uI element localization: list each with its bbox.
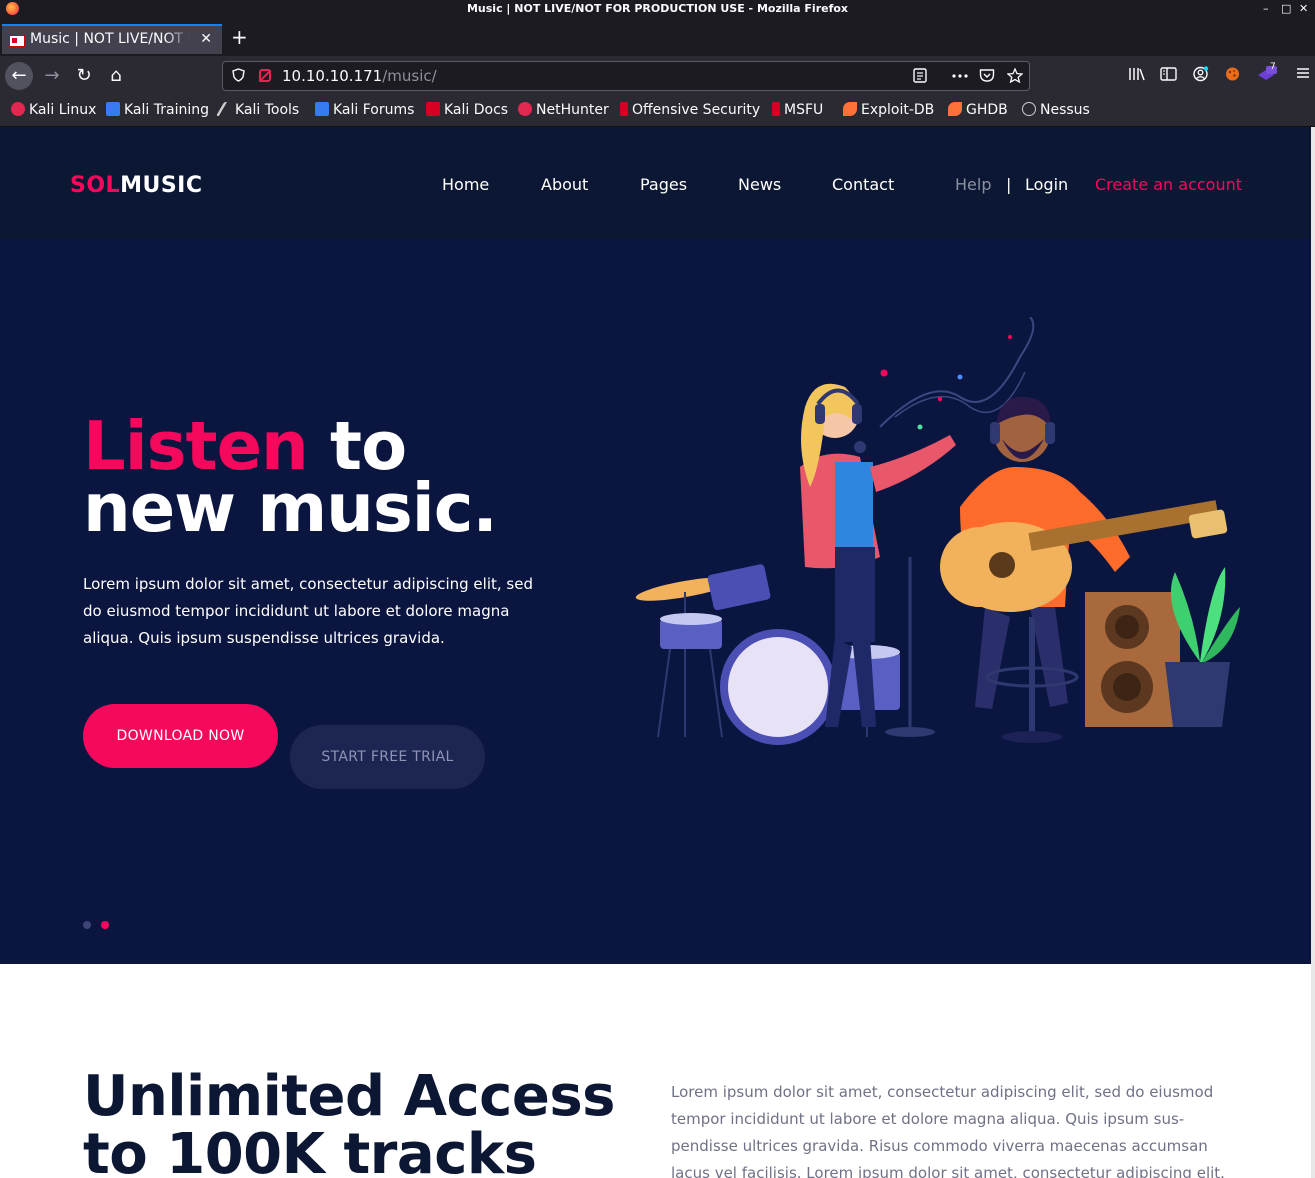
app-menu-icon[interactable] xyxy=(1296,66,1310,84)
extension-badge-icon[interactable]: 7 xyxy=(1256,62,1278,88)
maximize-button[interactable]: □ xyxy=(1281,2,1291,15)
exploit-db-icon xyxy=(843,102,857,116)
tab-bar: Music | NOT LIVE/NOT FOR PRODUCTION USE … xyxy=(0,18,1315,56)
help-link[interactable]: Help xyxy=(955,175,991,194)
url-text[interactable]: 10.10.10.171/music/ xyxy=(282,67,437,85)
close-tab-icon[interactable]: ✕ xyxy=(200,31,212,47)
bookmarks-toolbar: Kali Linux Kali Training Kali Tools Kali… xyxy=(0,96,1315,127)
kali-forums-icon xyxy=(315,102,329,116)
download-now-button[interactable]: DOWNLOAD NOW xyxy=(83,704,278,768)
bookmark-star-icon[interactable] xyxy=(1006,67,1024,87)
start-free-trial-button[interactable]: START FREE TRIAL xyxy=(290,725,485,789)
slider-dot-2[interactable] xyxy=(101,921,109,929)
bookmark-label: MSFU xyxy=(784,102,824,118)
bookmark-nessus[interactable]: Nessus xyxy=(1022,102,1090,118)
navigation-toolbar: ← → ↻ ⌂ 10.10.10.171/music/ 7 xyxy=(0,56,1315,96)
nethunter-icon xyxy=(518,102,532,116)
url-host: 10.10.10.171 xyxy=(282,67,383,85)
login-link[interactable]: Login xyxy=(1025,175,1068,194)
bookmark-msfu[interactable]: MSFU xyxy=(772,102,823,118)
url-path: /music/ xyxy=(382,67,437,85)
offensive-security-icon xyxy=(620,102,628,116)
bookmark-kali-tools[interactable]: Kali Tools xyxy=(215,102,300,118)
forward-button[interactable]: → xyxy=(38,62,66,90)
section-title: Unlimited Access to 100K tracks xyxy=(83,1068,615,1178)
section-title-line2: to 100K tracks xyxy=(83,1122,537,1178)
bookmark-label: Kali Docs xyxy=(444,102,509,118)
section-title-line1: Unlimited Access xyxy=(83,1064,615,1129)
bookmark-label: NetHunter xyxy=(536,102,609,118)
nav-about[interactable]: About xyxy=(541,175,588,194)
kali-tools-icon xyxy=(215,102,236,116)
msfu-icon xyxy=(772,102,780,116)
nav-separator: | xyxy=(1006,175,1012,194)
kali-training-icon xyxy=(106,102,120,116)
account-icon[interactable] xyxy=(1192,66,1209,86)
page-actions-icon[interactable] xyxy=(951,68,969,87)
logo-music: MUSIC xyxy=(120,173,203,198)
library-icon[interactable] xyxy=(1128,66,1146,86)
bookmark-offensive-security[interactable]: Offensive Security xyxy=(620,102,760,118)
site-favicon-icon xyxy=(9,35,25,47)
bookmark-label: Offensive Security xyxy=(632,102,761,118)
hero-title: Listen to new music. xyxy=(83,413,498,542)
reload-button[interactable]: ↻ xyxy=(70,62,98,90)
minimize-button[interactable]: – xyxy=(1263,2,1269,15)
kali-docs-icon xyxy=(426,102,440,116)
nav-news[interactable]: News xyxy=(738,175,781,194)
new-tab-button[interactable]: + xyxy=(231,27,248,47)
nav-pages[interactable]: Pages xyxy=(640,175,687,194)
bookmark-kali-docs[interactable]: Kali Docs xyxy=(426,102,508,118)
home-button[interactable]: ⌂ xyxy=(102,62,130,90)
bookmark-kali-training[interactable]: Kali Training xyxy=(106,102,209,118)
window-title: Music | NOT LIVE/NOT FOR PRODUCTION USE … xyxy=(466,2,849,15)
bookmark-label: Kali Tools xyxy=(235,102,300,118)
hero-section: Listen to new music. Lorem ipsum dolor s… xyxy=(0,239,1311,964)
section-description: Lorem ipsum dolor sit amet, consectetur … xyxy=(671,1083,1225,1178)
pocket-icon[interactable] xyxy=(979,68,995,87)
hero-description: Lorem ipsum dolor sit amet, consectetur … xyxy=(83,575,533,647)
kali-linux-icon xyxy=(11,102,25,116)
bookmark-nethunter[interactable]: NetHunter xyxy=(518,102,609,118)
window-titlebar: Music | NOT LIVE/NOT FOR PRODUCTION USE … xyxy=(0,0,1315,18)
bookmark-ghdb[interactable]: GHDB xyxy=(948,102,1008,118)
unlimited-access-section: Unlimited Access to 100K tracks Lorem ip… xyxy=(0,964,1311,1178)
tab-music[interactable]: Music | NOT LIVE/NOT FOR PRODUCTION USE … xyxy=(2,24,222,54)
bookmark-kali-linux[interactable]: Kali Linux xyxy=(11,102,96,118)
bookmark-label: GHDB xyxy=(966,102,1008,118)
globe-icon xyxy=(1022,102,1036,116)
bookmark-label: Exploit-DB xyxy=(861,102,935,118)
extension-badge-count: 7 xyxy=(1270,62,1276,72)
extension-cookie-icon[interactable] xyxy=(1224,66,1241,86)
close-window-button[interactable]: ✕ xyxy=(1299,2,1308,15)
create-account-link[interactable]: Create an account xyxy=(1095,175,1242,194)
site-header: SOLMUSIC Home About Pages News Contact H… xyxy=(0,127,1311,239)
bookmark-label: Kali Training xyxy=(124,102,209,118)
url-bar[interactable]: 10.10.10.171/music/ xyxy=(222,61,1030,91)
site-logo[interactable]: SOLMUSIC xyxy=(70,173,203,198)
hero-title-line2: new music. xyxy=(83,469,498,547)
back-button[interactable]: ← xyxy=(5,62,33,90)
nav-contact[interactable]: Contact xyxy=(832,175,894,194)
bookmark-label: Kali Linux xyxy=(29,102,97,118)
reader-view-icon[interactable] xyxy=(913,68,927,87)
logo-sol: SOL xyxy=(70,173,121,198)
page-scrollbar[interactable] xyxy=(1311,127,1315,1178)
bookmark-label: Nessus xyxy=(1040,102,1090,118)
musicians-illustration xyxy=(635,317,1240,745)
nav-home[interactable]: Home xyxy=(442,175,489,194)
sidebar-icon[interactable] xyxy=(1160,66,1177,86)
ghdb-icon xyxy=(948,102,962,116)
bookmark-exploit-db[interactable]: Exploit-DB xyxy=(843,102,934,118)
insecure-lock-icon[interactable] xyxy=(259,69,271,82)
tab-label: Music | NOT LIVE/NOT FOR PRODUCTION USE xyxy=(30,31,190,47)
page-content: SOLMUSIC Home About Pages News Contact H… xyxy=(0,127,1311,1178)
tracking-shield-icon[interactable] xyxy=(232,68,245,86)
bookmark-kali-forums[interactable]: Kali Forums xyxy=(315,102,414,118)
slider-dot-1[interactable] xyxy=(83,921,91,929)
bookmark-label: Kali Forums xyxy=(333,102,415,118)
